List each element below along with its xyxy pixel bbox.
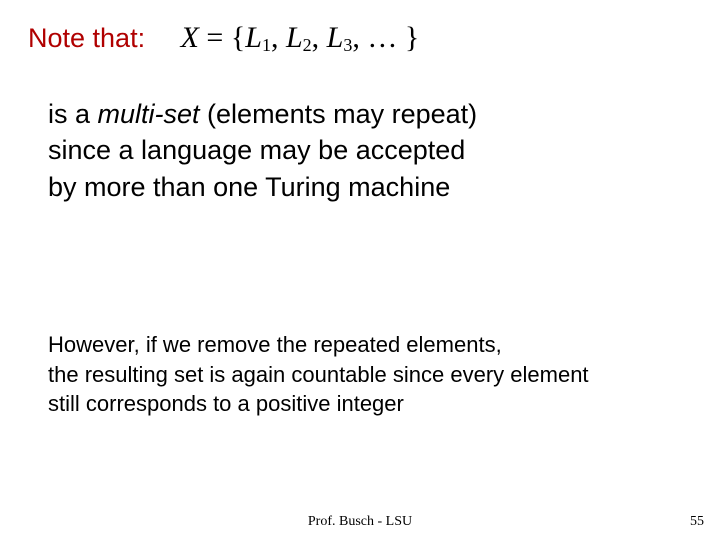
footer-credit: Prof. Busch - LSU <box>0 514 720 530</box>
math-expression: X = {L1, L2, L3, … } <box>181 21 420 54</box>
body1-line3: by more than one Turing machine <box>48 169 680 205</box>
math-L1: L <box>245 21 262 54</box>
body2-line3: still corresponds to a positive integer <box>48 389 680 419</box>
math-sub3: 3 <box>343 35 352 55</box>
math-comma-3: , <box>352 21 360 54</box>
math-ellipsis: … <box>367 21 397 54</box>
slide: Note that: X = {L1, L2, L3, … } is a mul… <box>0 0 720 540</box>
body-paragraph-2: However, if we remove the repeated eleme… <box>48 330 680 419</box>
math-sub1: 1 <box>262 35 271 55</box>
body1-l1b: multi-set <box>98 99 200 129</box>
math-var-x: X <box>181 21 199 54</box>
math-brace-open: { <box>231 21 245 54</box>
heading-line: Note that: X = {L1, L2, L3, … } <box>28 20 692 57</box>
body1-l1a: is a <box>48 99 98 129</box>
body2-line2: the resulting set is again countable sin… <box>48 360 680 390</box>
math-sub2: 2 <box>303 35 312 55</box>
note-that-label: Note that: <box>28 23 145 53</box>
math-L2: L <box>286 21 303 54</box>
body1-l1c: (elements may repeat) <box>200 99 478 129</box>
math-brace-close: } <box>405 21 419 54</box>
body1-line2: since a language may be accepted <box>48 132 680 168</box>
math-comma-1: , <box>271 21 279 54</box>
body-paragraph-1: is a multi-set (elements may repeat) sin… <box>48 96 680 205</box>
math-equals: = <box>206 21 223 54</box>
body1-line1: is a multi-set (elements may repeat) <box>48 96 680 132</box>
math-L3: L <box>327 21 344 54</box>
body2-line1: However, if we remove the repeated eleme… <box>48 330 680 360</box>
math-comma-2: , <box>312 21 320 54</box>
page-number: 55 <box>690 514 704 530</box>
